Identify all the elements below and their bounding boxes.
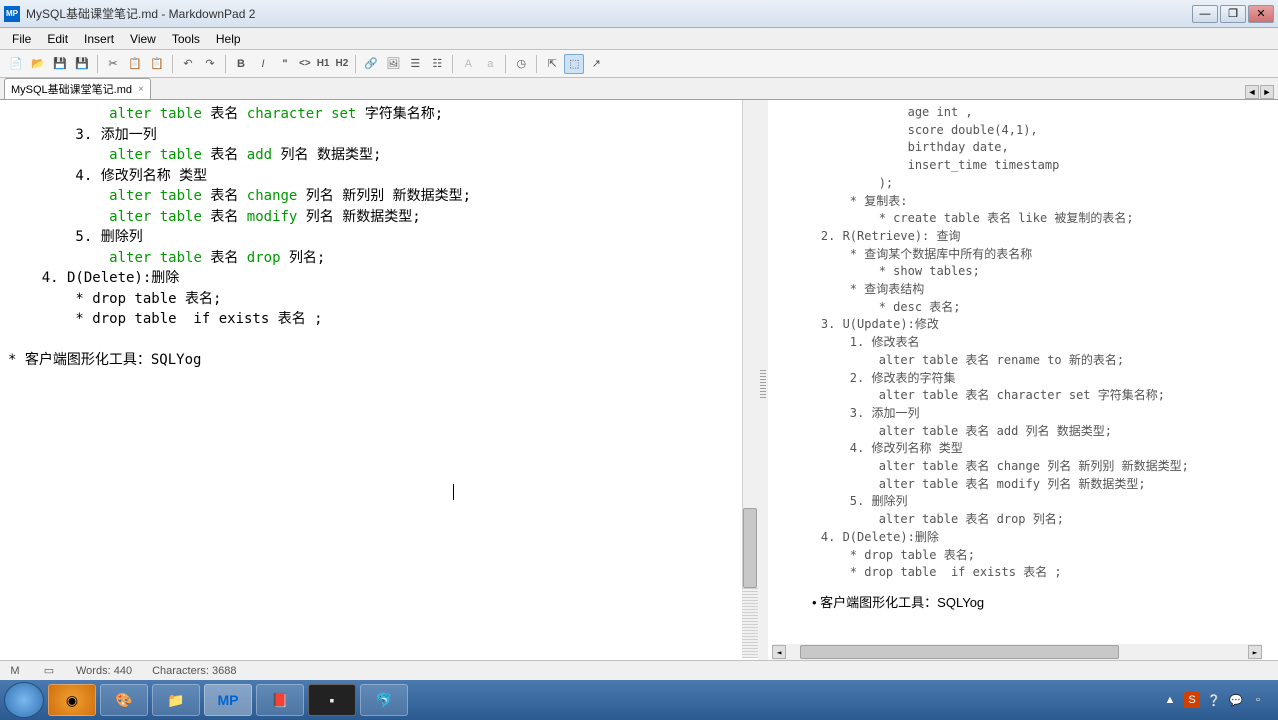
window-controls: — ❐ ✕ — [1192, 5, 1274, 23]
status-words: Words: 440 — [76, 665, 132, 677]
app-icon: MP — [4, 6, 20, 22]
save-all-icon[interactable]: 💾 — [72, 54, 92, 74]
menu-view[interactable]: View — [122, 30, 164, 48]
separator — [536, 55, 537, 73]
bold-icon[interactable]: B — [231, 54, 251, 74]
menu-insert[interactable]: Insert — [76, 30, 122, 48]
hscroll-thumb[interactable] — [800, 645, 1119, 659]
editor-text[interactable]: alter table 表名 character set 字符集名称; 3. 添… — [0, 100, 758, 660]
tabbar: MySQL基础课堂笔记.md × ◄ ► — [0, 78, 1278, 100]
preview-pane[interactable]: age int , score double(4,1), birthday da… — [768, 100, 1278, 660]
new-file-icon[interactable]: 📄 — [6, 54, 26, 74]
tray-up-icon[interactable]: ▲ — [1162, 692, 1178, 708]
separator — [452, 55, 453, 73]
text-cursor — [453, 482, 454, 502]
quote-icon[interactable]: " — [275, 54, 295, 74]
taskbar-app-1[interactable]: ◉ — [48, 684, 96, 716]
paste-icon[interactable]: 📋 — [147, 54, 167, 74]
start-button[interactable] — [4, 682, 44, 718]
tray-notification-icon[interactable]: 💬 — [1228, 692, 1244, 708]
status-characters: Characters: 3688 — [152, 665, 236, 677]
close-button[interactable]: ✕ — [1248, 5, 1274, 23]
separator — [97, 55, 98, 73]
timestamp-icon[interactable]: ◷ — [511, 54, 531, 74]
taskbar[interactable]: ◉ 🎨 📁 MP 📕 ▪ 🐬 ▲ S ❔ 💬 ▫ — [0, 680, 1278, 720]
copy-icon[interactable]: 📋 — [125, 54, 145, 74]
font-a-small-icon[interactable]: a — [480, 54, 500, 74]
taskbar-terminal[interactable]: ▪ — [308, 684, 356, 716]
image-icon[interactable]: 🖼 — [383, 54, 403, 74]
splitter[interactable] — [758, 100, 768, 660]
export-icon[interactable]: ↗ — [586, 54, 606, 74]
separator — [172, 55, 173, 73]
tab-nav: ◄ ► — [1245, 85, 1274, 99]
editor-resize-grip[interactable] — [742, 588, 758, 658]
h2-icon[interactable]: H2 — [333, 54, 350, 74]
separator — [355, 55, 356, 73]
maximize-button[interactable]: ❐ — [1220, 5, 1246, 23]
menu-file[interactable]: File — [4, 30, 39, 48]
italic-icon[interactable]: I — [253, 54, 273, 74]
ol-icon[interactable]: ☷ — [427, 54, 447, 74]
tab-label: MySQL基础课堂笔记.md — [11, 81, 132, 97]
menu-edit[interactable]: Edit — [39, 30, 76, 48]
taskbar-explorer[interactable]: 📁 — [152, 684, 200, 716]
toolbar: 📄 📂 💾 💾 ✂ 📋 📋 ↶ ↷ B I " <> H1 H2 🔗 🖼 ☰ ☷… — [0, 50, 1278, 78]
link-icon[interactable]: 🔗 — [361, 54, 381, 74]
redo-icon[interactable]: ↷ — [200, 54, 220, 74]
taskbar-markdownpad[interactable]: MP — [204, 684, 252, 716]
book-icon: ▭ — [42, 664, 56, 678]
tray-ime-icon[interactable]: S — [1184, 692, 1200, 708]
preview-toggle-icon[interactable]: ⬚ — [564, 54, 584, 74]
scrollbar-thumb[interactable] — [743, 508, 757, 588]
taskbar-app-2[interactable]: 🎨 — [100, 684, 148, 716]
h1-icon[interactable]: H1 — [315, 54, 332, 74]
separator — [505, 55, 506, 73]
tab-nav-right-icon[interactable]: ► — [1260, 85, 1274, 99]
font-a-icon[interactable]: A — [458, 54, 478, 74]
save-icon[interactable]: 💾 — [50, 54, 70, 74]
ul-icon[interactable]: ☰ — [405, 54, 425, 74]
tab-close-icon[interactable]: × — [138, 84, 144, 95]
minimize-button[interactable]: — — [1192, 5, 1218, 23]
undo-icon[interactable]: ↶ — [178, 54, 198, 74]
tray-extra-icon[interactable]: ▫ — [1250, 692, 1266, 708]
toggle-icon[interactable]: ⇱ — [542, 54, 562, 74]
preview-hscrollbar[interactable]: ◄ ► — [772, 644, 1262, 660]
statusbar: M ▭ Words: 440 Characters: 3688 — [0, 660, 1278, 680]
hscroll-left-icon[interactable]: ◄ — [772, 645, 786, 659]
taskbar-pdf[interactable]: 📕 — [256, 684, 304, 716]
content-area: alter table 表名 character set 字符集名称; 3. 添… — [0, 100, 1278, 660]
markdown-icon: M — [8, 664, 22, 678]
preview-content: age int , score double(4,1), birthday da… — [768, 100, 1278, 615]
taskbar-app-7[interactable]: 🐬 — [360, 684, 408, 716]
tab-nav-left-icon[interactable]: ◄ — [1245, 85, 1259, 99]
hscroll-right-icon[interactable]: ► — [1248, 645, 1262, 659]
splitter-grip-icon — [760, 370, 766, 400]
tray-help-icon[interactable]: ❔ — [1206, 692, 1222, 708]
titlebar[interactable]: MP MySQL基础课堂笔记.md - MarkdownPad 2 — ❐ ✕ — [0, 0, 1278, 28]
code-icon[interactable]: <> — [297, 54, 313, 74]
cut-icon[interactable]: ✂ — [103, 54, 123, 74]
tab-document[interactable]: MySQL基础课堂笔记.md × — [4, 78, 151, 99]
editor-vscrollbar[interactable] — [742, 100, 758, 590]
window-title: MySQL基础课堂笔记.md - MarkdownPad 2 — [26, 5, 1192, 22]
menubar: File Edit Insert View Tools Help — [0, 28, 1278, 50]
menu-help[interactable]: Help — [208, 30, 249, 48]
system-tray[interactable]: ▲ S ❔ 💬 ▫ — [1162, 692, 1274, 708]
separator — [225, 55, 226, 73]
editor-pane[interactable]: alter table 表名 character set 字符集名称; 3. 添… — [0, 100, 758, 660]
open-file-icon[interactable]: 📂 — [28, 54, 48, 74]
menu-tools[interactable]: Tools — [164, 30, 208, 48]
preview-bullet-item: • 客户端图形化工具：SQLYog — [792, 594, 1254, 611]
